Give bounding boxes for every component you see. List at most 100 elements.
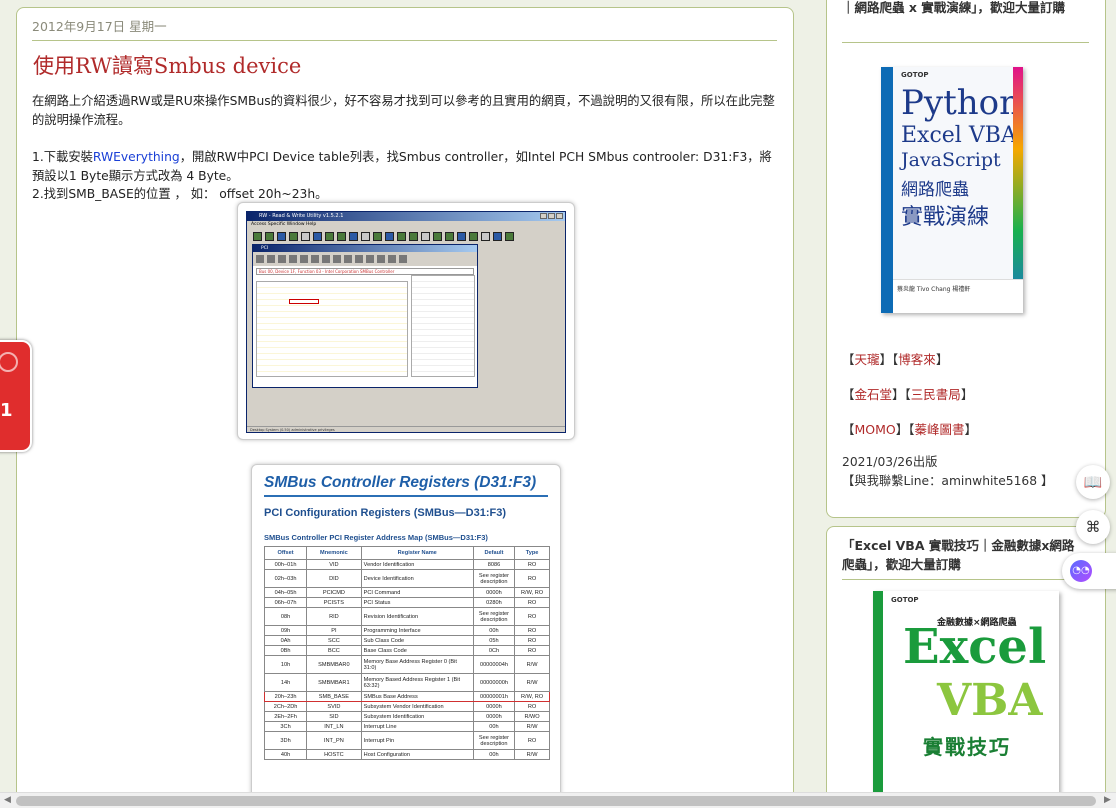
- table-cell: See register description: [472, 569, 516, 588]
- tool-icon: [311, 255, 319, 263]
- table-cell: 09h: [263, 625, 308, 636]
- tool-icon: [300, 255, 308, 263]
- table-cell: Interrupt Line: [360, 721, 474, 732]
- divider: [32, 40, 777, 41]
- scroll-left-icon[interactable]: ◀: [4, 795, 11, 805]
- table-cell: 3Dh: [263, 731, 308, 750]
- table-row: 3Dh INT_PN Interrupt Pin See register descr…: [263, 731, 550, 750]
- book1-title-line: 網路爬蟲: [901, 180, 969, 200]
- tool-icon: [355, 255, 363, 263]
- close-icon: [556, 213, 563, 219]
- table-cell: PCI Command: [360, 587, 474, 598]
- maximize-icon: [548, 213, 555, 219]
- table-cell: 2Ch–2Dh: [263, 701, 308, 712]
- store-link-momo[interactable]: MOMO: [855, 422, 896, 437]
- register-table: Offset Mnemonic Register Name Default Type 0…: [263, 546, 550, 760]
- publisher-logo: GOTOP: [891, 596, 919, 604]
- rweverything-link[interactable]: RWEverything: [93, 150, 180, 164]
- store-link-kingstone[interactable]: 金石堂: [855, 387, 893, 402]
- table-cell: 10h: [263, 655, 308, 674]
- table-cell: R/W, RO: [514, 691, 550, 702]
- table-cell: 00000000h: [472, 673, 516, 692]
- tool-icon: [388, 255, 396, 263]
- table-cell: See register description: [472, 607, 516, 626]
- register-table-screenshot[interactable]: SMBus Controller Registers (D31:F3) PCI …: [251, 464, 561, 806]
- tool-icon: [265, 232, 274, 241]
- register-column-header: Type: [514, 546, 550, 560]
- book-icon[interactable]: 📖: [1076, 465, 1110, 499]
- tool-icon: [301, 232, 310, 241]
- table-row: 14h SMBMBAR1 Memory Based Address Register…: [263, 673, 550, 692]
- scroll-right-icon[interactable]: ▶: [1104, 795, 1111, 805]
- table-cell: 06h–07h: [263, 597, 308, 608]
- store-link-sanmin[interactable]: 三民書局: [911, 387, 961, 402]
- post-step-1: 1.下載安裝RWEverything，開啟RW中PCI Device table…: [32, 148, 778, 185]
- table-cell: RO: [514, 635, 550, 646]
- table-cell: PCICMD: [306, 587, 362, 598]
- table-cell: 0280h: [472, 597, 516, 608]
- table-row: 3Ch INT_LN Interrupt Line 00h R/W: [263, 721, 550, 732]
- rw-screenshot[interactable]: RW - Read & Write Utility v1.5.2.1 Acces…: [237, 202, 575, 440]
- table-cell: RO: [514, 731, 550, 750]
- table-cell: Base Class Code: [360, 645, 474, 656]
- highlight-box: [289, 299, 319, 304]
- excel-vba-book-cover[interactable]: GOTOP 金融數據×網路爬蟲 Excel VBA 實戰技巧: [873, 591, 1059, 808]
- table-cell: BCC: [306, 645, 362, 656]
- badge-icon: [0, 352, 18, 372]
- tool-icon: [385, 232, 394, 241]
- heading-bar: [264, 495, 548, 497]
- tool-icon: [289, 255, 297, 263]
- python-book-cover[interactable]: GOTOP Python Excel VBA JavaScript 網路爬蟲 實…: [881, 67, 1023, 313]
- table-cell: RO: [514, 625, 550, 636]
- table-cell: DID: [306, 569, 362, 588]
- table-cell: 20h–23h: [263, 691, 308, 702]
- store-link-qinfeng[interactable]: 蓁峰圖書: [915, 422, 965, 437]
- table-cell: RO: [514, 569, 550, 588]
- post-title[interactable]: 使用RW讀寫Smbus device: [33, 50, 301, 80]
- register-body: 00h–01h VID Vendor Identification 8086 RO 02h…: [263, 559, 550, 760]
- ai-assistant-button[interactable]: ◔◔: [1062, 553, 1116, 589]
- floating-side-tab[interactable]: 1: [0, 340, 32, 452]
- table-cell: Memory Base Address Register 0 (Bit 31:0…: [360, 655, 474, 674]
- tool-icon: [445, 232, 454, 241]
- table-cell: RO: [514, 597, 550, 608]
- table-cell: PCISTS: [306, 597, 362, 608]
- grid-icon[interactable]: ⌘: [1076, 510, 1110, 544]
- table-cell: SCC: [306, 635, 362, 646]
- table-cell: 00000004h: [472, 655, 516, 674]
- table-cell: 3Ch: [263, 721, 308, 732]
- sidebar-book-box-1: ｜網路爬蟲 x 實戰演練」，歡迎大量訂購 GOTOP Python Excel …: [826, 0, 1106, 518]
- table-cell: SMBus Base Address: [360, 691, 474, 702]
- register-heading: SMBus Controller Registers (D31:F3): [264, 474, 537, 491]
- contact-line: 【與我聯繫Line：aminwhite5168 】: [842, 474, 1054, 488]
- table-cell: RID: [306, 607, 362, 626]
- table-row: 40h HOSTC Host Configuration 00h R/W: [263, 749, 550, 760]
- tool-icon: [349, 232, 358, 241]
- pci-device-dropdown: Bus 00, Device 1F, Function 03 - Intel C…: [256, 268, 474, 275]
- table-cell: HOSTC: [306, 749, 362, 760]
- table-cell: 14h: [263, 673, 308, 692]
- table-cell: INT_PN: [306, 731, 362, 750]
- register-column-header: Register Name: [360, 546, 474, 560]
- table-cell: 0000h: [472, 587, 516, 598]
- pci-subwindow: PCI Bus 00, Device 1F, Function 03 - Int…: [252, 244, 478, 388]
- book1-title-line: Excel VBA: [901, 123, 1017, 148]
- table-cell: 0Bh: [263, 645, 308, 656]
- table-row: 2Ch–2Dh SVID Subsystem Vendor Identificati…: [263, 701, 550, 712]
- table-cell: R/W, RO: [514, 587, 550, 598]
- scrollbar-thumb[interactable]: [16, 796, 1096, 806]
- store-link-tianlong[interactable]: 天瓏: [855, 352, 880, 367]
- minimize-icon: [540, 213, 547, 219]
- book2-title-line: VBA: [937, 675, 1043, 726]
- store-link-books[interactable]: 博客來: [898, 352, 936, 367]
- table-cell: 0000h: [472, 711, 516, 722]
- tool-icon: [366, 255, 374, 263]
- horizontal-scrollbar[interactable]: ◀ ▶: [0, 792, 1116, 808]
- blog-post: 2012年9月17日 星期一 使用RW讀寫Smbus device 在網路上介紹…: [16, 7, 794, 807]
- table-row: 00h–01h VID Vendor Identification 8086 RO: [263, 559, 550, 570]
- post-date: 2012年9月17日 星期一: [32, 19, 167, 34]
- table-cell: 2Eh–2Fh: [263, 711, 308, 722]
- ai-face-icon: ◔◔: [1070, 560, 1092, 582]
- table-cell: 00000001h: [472, 691, 516, 702]
- table-cell: 00h: [472, 749, 516, 760]
